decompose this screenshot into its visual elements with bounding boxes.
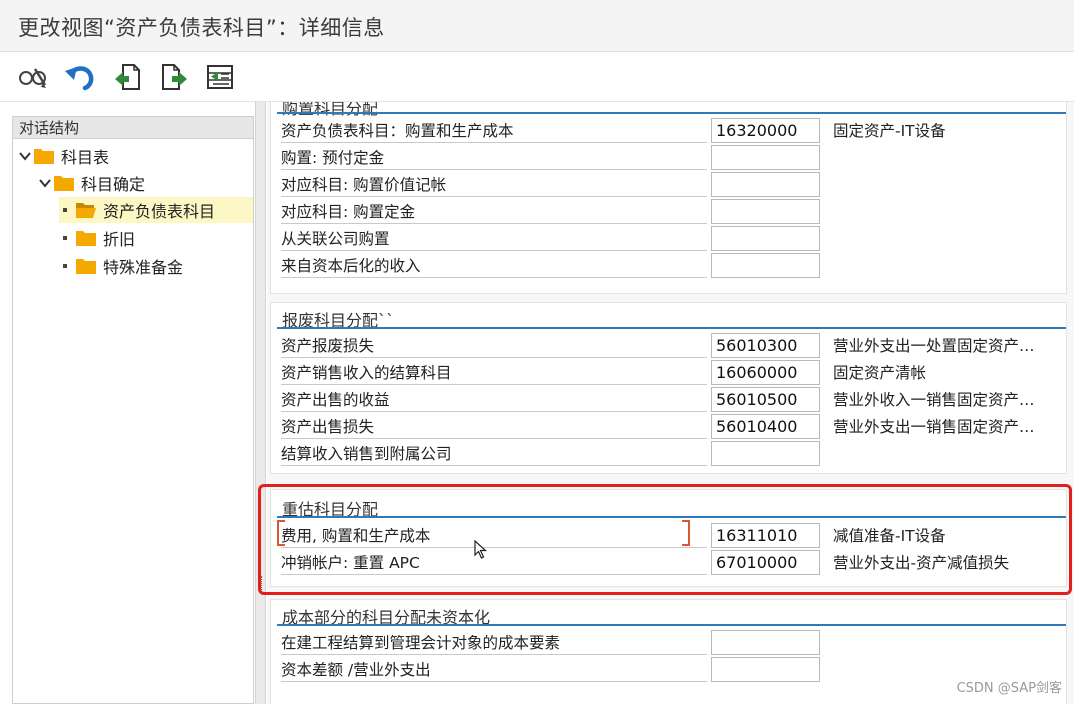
tree-node-chart-of-accounts[interactable]: 科目表 xyxy=(17,143,109,169)
account-description: 营业外收入一销售固定资产… xyxy=(833,391,1035,409)
group-divider xyxy=(277,112,1066,114)
undo-icon[interactable] xyxy=(62,61,96,93)
form-row: 资产出售的收益 56010500 营业外收入一销售固定资产… xyxy=(277,386,1068,413)
form-row: 资产出售损失 56010400 营业外支出一销售固定资产… xyxy=(277,413,1068,440)
next-entry-icon[interactable] xyxy=(157,61,191,93)
account-input[interactable] xyxy=(711,145,820,170)
field-label: 来自资本后化的收入 xyxy=(281,255,707,278)
form-row: 购置: 预付定金 xyxy=(277,144,1068,171)
tree-node-label: 资产负债表科目 xyxy=(103,202,216,221)
group-acquisition-accounts: 购置科目分配 资产负债表科目：购置和生产成本 16320000 固定资产-IT设… xyxy=(270,102,1067,294)
form-row: 在建工程结算到管理会计对象的成本要素 xyxy=(277,629,1068,656)
account-input[interactable] xyxy=(711,199,820,224)
form-row: 冲销帐户: 重置 APC 67010000 营业外支出-资产减值损失 xyxy=(277,549,1068,576)
open-folder-icon xyxy=(75,201,97,219)
tree-node-special-reserves[interactable]: 特殊准备金 xyxy=(59,253,183,279)
tree-node-label: 折旧 xyxy=(103,230,136,249)
tree-node-account-determination[interactable]: 科目确定 xyxy=(37,170,145,196)
form-row: 资产负债表科目：购置和生产成本 16320000 固定资产-IT设备 xyxy=(277,117,1068,144)
bullet-icon xyxy=(63,208,67,212)
focus-bracket-right xyxy=(682,520,690,546)
display-change-icon[interactable] xyxy=(16,61,50,93)
account-input[interactable] xyxy=(711,657,820,682)
detail-content: 购置科目分配 资产负债表科目：购置和生产成本 16320000 固定资产-IT设… xyxy=(267,102,1074,704)
previous-entry-icon[interactable] xyxy=(110,61,144,93)
form-row: 对应科目: 购置定金 xyxy=(277,198,1068,225)
toolbar xyxy=(0,52,1074,102)
field-label: 资本差额 /营业外支出 xyxy=(281,659,707,682)
folder-icon xyxy=(53,174,75,192)
form-row: 对应科目: 购置价值记帐 xyxy=(277,171,1068,198)
folder-icon xyxy=(33,147,55,165)
panel-splitter[interactable] xyxy=(255,102,266,704)
field-label: 对应科目: 购置定金 xyxy=(281,201,707,224)
form-row: 资产报废损失 56010300 营业外支出一处置固定资产… xyxy=(277,332,1068,359)
account-input[interactable]: 67010000 xyxy=(711,550,820,575)
mouse-cursor-icon xyxy=(474,539,488,560)
tree-node-label: 科目表 xyxy=(61,148,110,167)
field-label: 购置: 预付定金 xyxy=(281,147,707,170)
account-input[interactable]: 16060000 xyxy=(711,360,820,385)
field-label: 资产负债表科目：购置和生产成本 xyxy=(281,120,707,143)
account-description: 营业外支出一处置固定资产… xyxy=(833,337,1035,355)
tree-node-depreciation[interactable]: 折旧 xyxy=(59,225,135,251)
window-title: 更改视图“资产负债表科目”：详细信息 xyxy=(18,16,385,40)
select-block-icon[interactable] xyxy=(203,61,237,93)
watermark: CSDN @SAP剑客 xyxy=(956,681,1062,696)
account-description: 固定资产清帐 xyxy=(833,364,927,382)
account-input[interactable] xyxy=(711,226,820,251)
field-label: 资产销售收入的结算科目 xyxy=(281,362,707,385)
form-row: 资本差额 /营业外支出 xyxy=(277,656,1068,683)
title-bar: 更改视图“资产负债表科目”：详细信息 xyxy=(0,0,1074,52)
field-label: 冲销帐户: 重置 APC xyxy=(281,552,707,575)
group-divider xyxy=(277,516,1066,518)
account-input[interactable] xyxy=(711,630,820,655)
bullet-icon xyxy=(63,236,67,240)
chevron-down-icon[interactable] xyxy=(37,175,53,191)
group-divider xyxy=(277,327,1066,329)
focus-bracket-left xyxy=(277,520,285,546)
field-label: 资产出售损失 xyxy=(281,416,707,439)
form-row: 来自资本后化的收入 xyxy=(277,252,1068,279)
field-label: 在建工程结算到管理会计对象的成本要素 xyxy=(281,632,707,655)
form-row: 费用, 购置和生产成本 16311010 减值准备-IT设备 xyxy=(277,522,1068,549)
account-input[interactable]: 56010300 xyxy=(711,333,820,358)
group-retirement-accounts: 报废科目分配`` 资产报废损失 56010300 营业外支出一处置固定资产… 资… xyxy=(270,302,1067,474)
field-label: 从关联公司购置 xyxy=(281,228,707,251)
form-row: 资产销售收入的结算科目 16060000 固定资产清帐 xyxy=(277,359,1068,386)
account-input[interactable] xyxy=(711,172,820,197)
field-label: 结算收入销售到附属公司 xyxy=(281,443,707,466)
folder-icon xyxy=(75,257,97,275)
form-row: 结算收入销售到附属公司 xyxy=(277,440,1068,467)
account-description: 固定资产-IT设备 xyxy=(833,122,946,140)
tree-node-label: 科目确定 xyxy=(81,175,146,194)
account-input[interactable] xyxy=(711,441,820,466)
chevron-down-icon[interactable] xyxy=(17,148,33,164)
bullet-icon xyxy=(63,264,67,268)
field-label: 资产出售的收益 xyxy=(281,389,707,412)
account-input[interactable]: 16311010 xyxy=(711,523,820,548)
account-input[interactable]: 56010400 xyxy=(711,414,820,439)
account-input[interactable]: 16320000 xyxy=(711,118,820,143)
group-revaluation-accounts: 重估科目分配 费用, 购置和生产成本 16311010 减值准备-IT设备 冲销… xyxy=(270,489,1067,587)
account-description: 营业外支出-资产减值损失 xyxy=(833,554,1010,572)
folder-icon xyxy=(75,229,97,247)
dialog-structure-panel: 对话结构 科目表 科目确定 资产负债表科目 折旧 特殊准备金 xyxy=(12,116,254,704)
group-divider xyxy=(277,624,1066,626)
field-label: 资产报废损失 xyxy=(281,335,707,358)
tree-node-label: 特殊准备金 xyxy=(103,258,184,277)
field-label: 费用, 购置和生产成本 xyxy=(281,525,707,548)
form-row: 从关联公司购置 xyxy=(277,225,1068,252)
account-input[interactable] xyxy=(711,253,820,278)
group-non-capitalized-cost-accounts: 成本部分的科目分配未资本化 在建工程结算到管理会计对象的成本要素 资本差额 /营… xyxy=(270,599,1067,704)
account-description: 减值准备-IT设备 xyxy=(833,527,946,545)
tree-node-balance-sheet-accounts[interactable]: 资产负债表科目 xyxy=(59,197,253,223)
dialog-structure-header: 对话结构 xyxy=(13,117,253,139)
account-description: 营业外支出一销售固定资产… xyxy=(833,418,1035,436)
account-input[interactable]: 56010500 xyxy=(711,387,820,412)
splitter-grip-icon[interactable] xyxy=(259,576,262,590)
field-label: 对应科目: 购置价值记帐 xyxy=(281,174,707,197)
